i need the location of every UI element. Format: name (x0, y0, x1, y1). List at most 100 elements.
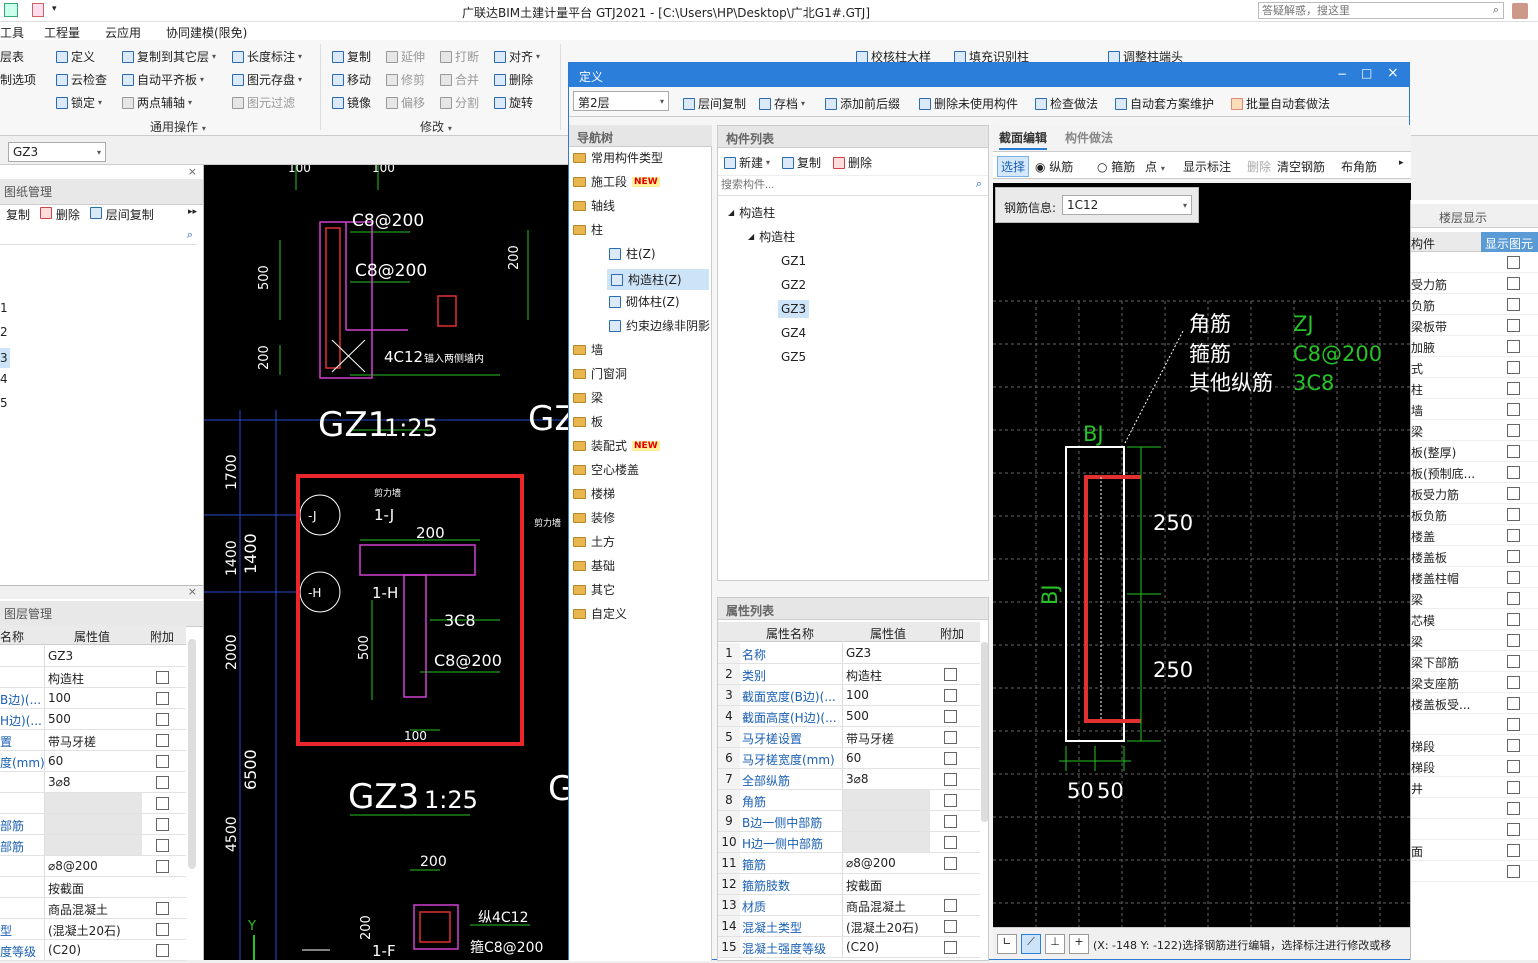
visibility-checkbox[interactable] (1507, 592, 1520, 605)
layer-value[interactable]: (C20) (44, 940, 142, 960)
align-button[interactable]: 对齐 ▾ (494, 48, 540, 65)
visibility-checkbox[interactable] (1507, 382, 1520, 395)
delete-button[interactable]: 删除 (494, 71, 533, 88)
add-prefix-suffix-button[interactable]: 添加前后缀 (825, 95, 900, 112)
visibility-checkbox[interactable] (1507, 508, 1520, 521)
move-button[interactable]: 移动 (332, 71, 371, 88)
visibility-checkbox[interactable] (1507, 277, 1520, 290)
tree-root[interactable]: ◢ 构造柱 (728, 204, 775, 221)
layer-row[interactable]: 置 带马牙槎 (0, 730, 186, 751)
layer-value[interactable] (44, 793, 142, 813)
property-row[interactable]: 7 全部纵筋 3⌀8 (718, 769, 980, 790)
property-value[interactable]: (混凝土20石) (842, 916, 930, 936)
show-annotation-button[interactable]: 显示标注 (1183, 158, 1231, 175)
extra-checkbox[interactable] (156, 734, 169, 747)
property-value[interactable]: GZ3 (842, 643, 930, 663)
drawing-delete-button[interactable]: 删除 (40, 206, 80, 223)
component-item[interactable]: GZ5 (778, 348, 809, 366)
visibility-checkbox[interactable] (1507, 340, 1520, 353)
layer-value[interactable]: (混凝土20石) (44, 919, 142, 939)
nav-item[interactable]: 施工段 NEW (573, 173, 660, 190)
visibility-checkbox[interactable] (1507, 529, 1520, 542)
more-icon[interactable]: ▸▸ (188, 207, 197, 217)
visibility-checkbox[interactable] (1507, 487, 1520, 500)
auto-scheme-button[interactable]: 自动套方案维护 (1115, 95, 1214, 112)
layer-visibility-row[interactable]: 墙 (1411, 399, 1538, 420)
property-value[interactable]: 60 (842, 748, 930, 768)
property-value[interactable]: 100 (842, 685, 930, 705)
extra-checkbox[interactable] (944, 668, 957, 681)
property-value[interactable]: 3⌀8 (842, 769, 930, 789)
visibility-checkbox[interactable] (1507, 550, 1520, 563)
layer-row[interactable]: 度(mm) 60 (0, 751, 186, 772)
nav-item[interactable]: 楼梯 (573, 485, 615, 502)
layer-visibility-row[interactable]: 梁 (1411, 588, 1538, 609)
property-value[interactable] (842, 790, 930, 810)
layer-visibility-row[interactable] (1411, 798, 1538, 819)
tab-component-method[interactable]: 构件做法 (1065, 129, 1113, 146)
nav-subitem[interactable]: 约束边缘非阴影 (609, 317, 710, 334)
mirror-button[interactable]: 镜像 (332, 94, 371, 111)
extra-checkbox[interactable] (156, 923, 169, 936)
delete-component-button[interactable]: 删除 (833, 154, 872, 171)
clear-rebar-button[interactable]: 清空钢筋 (1277, 158, 1325, 175)
ribbon-floor-table[interactable]: 层表 (0, 48, 24, 65)
layer-visibility-row[interactable]: 板负筋 (1411, 504, 1538, 525)
visibility-checkbox[interactable] (1507, 802, 1520, 815)
cad-drawing-canvas[interactable]: 100 100 C8@200 C8@200 500 200 200 4C12 锚… (204, 165, 568, 960)
property-value[interactable]: 构造柱 (842, 664, 930, 684)
nav-item[interactable]: 柱 (573, 221, 603, 238)
close-icon[interactable]: × (1387, 65, 1399, 81)
collapse-icon[interactable]: ◢ (728, 208, 734, 217)
visibility-checkbox[interactable] (1507, 844, 1520, 857)
copy-component-button[interactable]: 复制 (782, 154, 821, 171)
layer-value[interactable]: ⌀8@200 (44, 856, 142, 876)
layer-value[interactable]: 100 (44, 688, 142, 708)
drawing-copy-button[interactable]: 复制 (6, 206, 30, 223)
close-icon[interactable]: × (188, 165, 197, 178)
define-button[interactable]: 定义 (56, 48, 95, 65)
nav-item[interactable]: 常用构件类型 (573, 149, 663, 166)
menu-quantity[interactable]: 工程量 (44, 24, 80, 41)
property-row[interactable]: 12 箍筋肢数 按截面 (718, 874, 980, 895)
property-row[interactable]: 10 H边一侧中部筋 (718, 832, 980, 853)
menu-tools[interactable]: 工具 (0, 24, 24, 41)
property-value[interactable]: 商品混凝土 (842, 895, 930, 915)
layer-value[interactable]: 按截面 (44, 877, 142, 897)
property-row[interactable]: 9 B边一侧中部筋 (718, 811, 980, 832)
component-item[interactable]: GZ1 (778, 252, 809, 270)
layer-visibility-row[interactable]: 梁 (1411, 420, 1538, 441)
layer-visibility-row[interactable]: 芯模 (1411, 609, 1538, 630)
auto-flat-slab-button[interactable]: 自动平齐板 ▾ (122, 71, 204, 88)
element-save-button[interactable]: 图元存盘 ▾ (232, 71, 302, 88)
nav-subitem[interactable]: 柱(Z) (609, 245, 656, 262)
lock-button[interactable]: 锁定 ▾ (56, 94, 102, 111)
property-row[interactable]: 8 角筋 (718, 790, 980, 811)
layer-value[interactable]: GZ3 (44, 646, 142, 666)
drawing-row[interactable]: 1 (0, 301, 8, 315)
tab-show-elements[interactable]: 显示图元 (1481, 232, 1538, 252)
ribbon-options[interactable]: 制选项 (0, 71, 36, 88)
layer-row[interactable]: 商品混凝土 (0, 898, 186, 919)
nav-subitem[interactable]: 砌体柱(Z) (609, 293, 680, 310)
layer-value[interactable]: 60 (44, 751, 142, 771)
extra-checkbox[interactable] (944, 836, 957, 849)
nav-item[interactable]: 自定义 (573, 605, 627, 622)
perpendicular-icon[interactable]: ⊥ (1045, 934, 1065, 954)
nav-item[interactable]: 板 (573, 413, 603, 430)
section-canvas[interactable]: 钢筋信息: 1C12 ▾ 角筋 箍筋 其他纵筋 ZJ C8@200 3C8 BJ… (993, 183, 1411, 927)
layer-visibility-row[interactable]: 楼盖 (1411, 525, 1538, 546)
point-mode-dropdown[interactable]: 点 ▾ (1145, 158, 1165, 175)
property-row[interactable]: 13 材质 商品混凝土 (718, 895, 980, 916)
layer-row[interactable]: H边)(... 500 (0, 709, 186, 730)
nav-item[interactable]: 土方 (573, 533, 615, 550)
layer-visibility-row[interactable]: 板(预制底... (1411, 462, 1538, 483)
layer-value[interactable]: 500 (44, 709, 142, 729)
search-icon[interactable]: ⌕ (187, 228, 193, 242)
layer-value[interactable]: 商品混凝土 (44, 898, 142, 918)
nav-item[interactable]: 门窗洞 (573, 365, 627, 382)
layer-row[interactable]: B边)(... 100 (0, 688, 186, 709)
split-button[interactable]: 分割 (440, 94, 479, 111)
property-row[interactable]: 11 箍筋 ⌀8@200 (718, 853, 980, 874)
extra-checkbox[interactable] (944, 815, 957, 828)
